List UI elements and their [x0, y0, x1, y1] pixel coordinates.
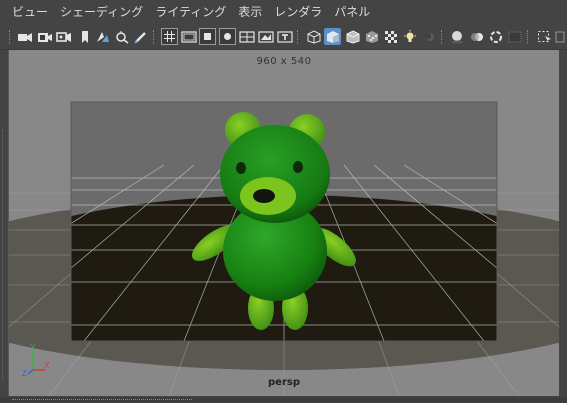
gate-mask-icon[interactable] — [219, 28, 236, 45]
toolbar-separator — [297, 30, 300, 44]
checker-icon[interactable] — [382, 28, 399, 45]
bear-nose — [253, 189, 275, 203]
toolbar-separator — [153, 30, 156, 44]
motion-blur-icon[interactable] — [468, 28, 485, 45]
menu-renderer[interactable]: レンダラ — [268, 0, 328, 25]
resolution-gate-icon[interactable] — [199, 28, 216, 45]
safe-action-icon[interactable] — [257, 28, 274, 45]
camera-label: persp — [268, 377, 300, 388]
shadows-icon[interactable] — [420, 28, 437, 45]
safe-title-icon[interactable] — [276, 28, 293, 45]
maya-viewport-panel: ビュー シェーディング ライティング 表示 レンダラ パネル Y X Z 960… — [0, 0, 567, 403]
panel-toolbar — [0, 25, 567, 50]
smooth-shade-icon[interactable] — [324, 28, 341, 45]
panel-menubar: ビュー シェーディング ライティング 表示 レンダラ パネル — [0, 0, 567, 25]
toolbar-separator — [9, 30, 12, 44]
wireframe-on-shaded-icon[interactable] — [344, 28, 361, 45]
camera-lock-icon[interactable] — [55, 28, 72, 45]
grease-pencil-icon[interactable] — [132, 28, 149, 45]
grid-icon[interactable] — [161, 28, 178, 45]
textured-icon[interactable] — [363, 28, 380, 45]
multisample-aa-icon[interactable] — [487, 28, 504, 45]
2d-pan-zoom-icon[interactable] — [113, 28, 130, 45]
bookmark-icon[interactable] — [76, 28, 93, 45]
wireframe-icon[interactable] — [305, 28, 322, 45]
menu-shading[interactable]: シェーディング — [54, 0, 149, 25]
toolbar-separator — [441, 30, 444, 44]
xray-icon[interactable] — [554, 28, 566, 45]
use-all-lights-icon[interactable] — [401, 28, 418, 45]
panel-left-handle — [2, 130, 4, 380]
screen-space-ao-icon[interactable] — [448, 28, 465, 45]
camera-attributes-icon[interactable] — [36, 28, 53, 45]
select-camera-icon[interactable] — [16, 28, 33, 45]
isolate-select-icon[interactable] — [536, 28, 553, 45]
3d-viewport[interactable]: Y X Z 960 x 540 persp — [8, 50, 559, 396]
film-gate-icon[interactable] — [180, 28, 197, 45]
menu-view[interactable]: ビュー — [0, 0, 54, 25]
axis-y-label: Y — [30, 343, 36, 352]
axis-x-label: X — [44, 361, 50, 370]
bear-right-eye — [293, 161, 303, 173]
menu-show[interactable]: 表示 — [232, 0, 268, 25]
scene-canvas[interactable]: Y X Z — [9, 50, 559, 396]
depth-of-field-icon[interactable] — [506, 28, 523, 45]
image-plane-icon[interactable] — [94, 28, 111, 45]
panel-bottom-handle[interactable] — [12, 399, 192, 401]
resolution-label: 960 x 540 — [256, 56, 312, 67]
toolbar-separator — [527, 30, 530, 44]
bear-left-eye — [236, 162, 246, 174]
menu-lighting[interactable]: ライティング — [149, 0, 232, 25]
field-chart-icon[interactable] — [238, 28, 255, 45]
menu-panels[interactable]: パネル — [328, 0, 376, 25]
